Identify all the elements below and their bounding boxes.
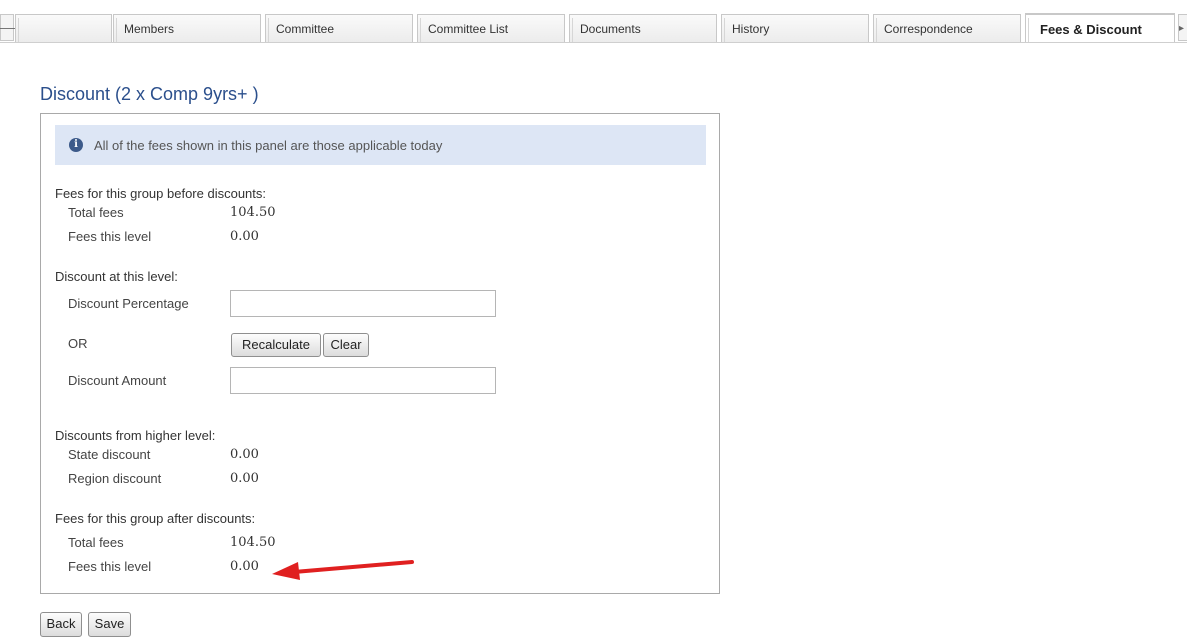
info-message-box: i All of the fees shown in this panel ar… [55, 125, 706, 165]
before-level-value: 0.00 [230, 229, 259, 244]
info-message-text: All of the fees shown in this panel are … [94, 137, 443, 153]
region-discount-label: Region discount [68, 471, 162, 486]
back-button[interactable]: Back [40, 612, 82, 637]
discount-percentage-label: Discount Percentage [68, 296, 189, 311]
tab-fees-discount[interactable]: Fees & Discount [1025, 13, 1175, 42]
after-total-label: Total fees [68, 535, 124, 550]
discount-amount-label: Discount Amount [68, 373, 167, 388]
before-total-value: 104.50 [230, 205, 276, 220]
info-icon: i [69, 138, 83, 152]
save-button[interactable]: Save [88, 612, 131, 637]
tab-label: Documents [580, 22, 641, 36]
tab-history[interactable]: History [721, 14, 869, 42]
tab-label: Correspondence [884, 22, 973, 36]
tab-label: Members [124, 22, 175, 36]
after-level-label: Fees this level [68, 559, 152, 574]
red-arrow-icon [272, 560, 414, 580]
scroll-right-arrow-icon[interactable]: ▸ [1178, 14, 1187, 41]
tab-bar: 🡐 Members Committee Committee List Docum… [0, 0, 1187, 43]
before-level-label: Fees this level [68, 229, 152, 244]
after-total-value: 104.50 [230, 535, 276, 550]
tab-documents[interactable]: Documents [569, 14, 717, 42]
or-label: OR [68, 336, 88, 351]
after-level-value: 0.00 [230, 559, 259, 574]
tab-label: History [732, 22, 770, 36]
state-discount-value: 0.00 [230, 447, 259, 462]
discount-heading: Discount at this level: [55, 269, 178, 284]
tab-correspondence[interactable]: Correspondence [873, 14, 1021, 42]
clear-button[interactable]: Clear [323, 333, 369, 357]
higher-heading: Discounts from higher level: [55, 428, 216, 443]
before-total-label: Total fees [68, 205, 124, 220]
tab-blank[interactable] [15, 14, 112, 42]
discount-percentage-input[interactable] [230, 290, 496, 317]
before-heading: Fees for this group before discounts: [55, 186, 267, 201]
recalculate-button[interactable]: Recalculate [231, 333, 321, 357]
region-discount-value: 0.00 [230, 471, 259, 486]
after-heading: Fees for this group after discounts: [55, 511, 256, 526]
scroll-left-arrow-icon[interactable]: 🡐 [0, 14, 22, 41]
tab-label: Fees & Discount [1040, 22, 1142, 37]
tab-committee[interactable]: Committee [265, 14, 413, 42]
tab-committee-list[interactable]: Committee List [417, 14, 565, 42]
discount-amount-input[interactable] [230, 367, 496, 394]
tab-members[interactable]: Members [113, 14, 261, 42]
tab-label: Committee [276, 22, 335, 36]
page-title: Discount (2 x Comp 9yrs+ ) [40, 84, 259, 104]
tab-label: Committee List [428, 22, 509, 36]
state-discount-label: State discount [68, 447, 151, 462]
